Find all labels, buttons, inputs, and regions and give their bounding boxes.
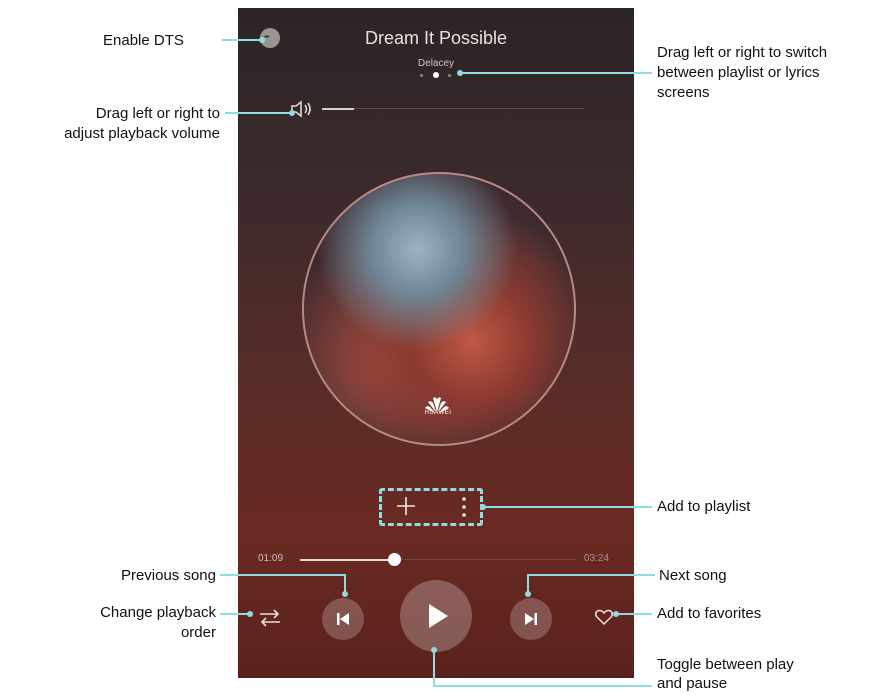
label-add-playlist: Add to playlist (657, 498, 751, 515)
label-next-song: Next song (659, 567, 727, 584)
label-order-line2: order (180, 624, 216, 641)
label-enable-dts: Enable DTS (103, 32, 184, 49)
label-order-line1: Change playback (100, 604, 216, 621)
label-switch-line3: screens (657, 84, 710, 101)
label-switch-line1: Drag left or right to switch (657, 44, 828, 61)
label-toggle-line1: Toggle between play (657, 656, 794, 673)
label-favorites: Add to favorites (657, 605, 762, 622)
label-toggle-line2: and pause (657, 675, 728, 692)
label-volume-line2: adjust playback volume (64, 125, 220, 142)
label-switch-line2: between playlist or lyrics (657, 64, 820, 81)
label-volume-line1: Drag left or right to (95, 105, 220, 122)
label-previous-song: Previous song (120, 567, 216, 584)
